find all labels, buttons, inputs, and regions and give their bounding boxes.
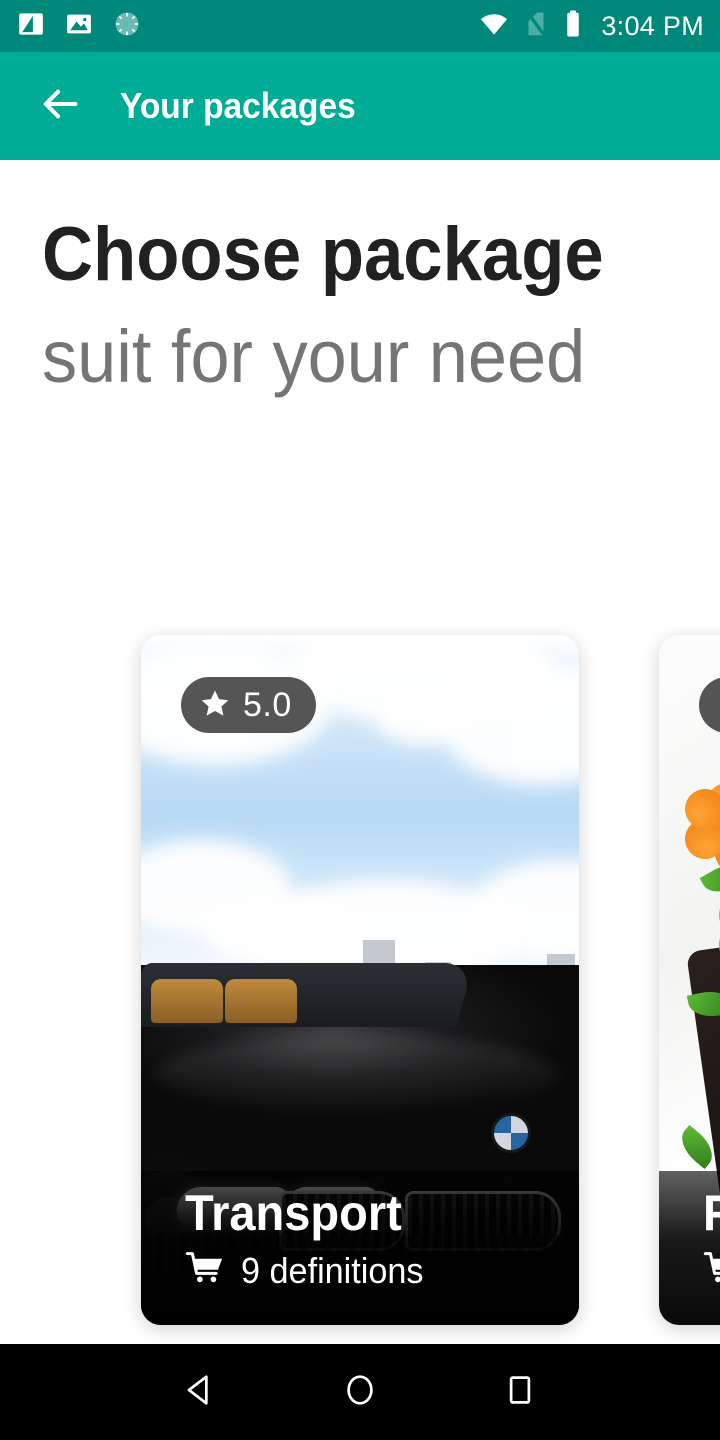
rating-badge: 5.0 bbox=[181, 677, 316, 733]
home-circle-icon bbox=[341, 1371, 379, 1414]
status-bar: 3:04 PM bbox=[0, 0, 720, 52]
nav-recents-button[interactable] bbox=[477, 1349, 563, 1435]
package-card-footer: Transport 9 definitions bbox=[141, 1171, 579, 1325]
status-bar-clock: 3:04 PM bbox=[601, 10, 704, 41]
status-bar-right-icons: 3:04 PM bbox=[479, 9, 704, 44]
status-bar-left-icons bbox=[16, 9, 142, 44]
back-button[interactable] bbox=[32, 78, 88, 134]
battery-icon bbox=[563, 9, 583, 44]
heading-block: Choose package suit for your need bbox=[0, 160, 720, 394]
bmw-badge-icon bbox=[491, 1113, 531, 1153]
package-definitions-count: 9 definitions bbox=[241, 1249, 424, 1291]
package-title: Food bbox=[703, 1187, 720, 1240]
android-nav-bar bbox=[0, 1344, 720, 1440]
package-card-footer: Food 9 definitions bbox=[659, 1171, 720, 1325]
page-subtitle: suit for your need bbox=[42, 315, 586, 399]
package-definitions-row: 9 definitions bbox=[703, 1250, 720, 1292]
phone-screen: 3:04 PM Your packages Choose package sui… bbox=[0, 0, 720, 1440]
package-title: Transport bbox=[185, 1185, 402, 1241]
package-card-food[interactable]: 5.0 Food 9 definitions bbox=[659, 635, 720, 1325]
main-content: Choose package suit for your need 5.0 Tr… bbox=[0, 160, 720, 1344]
image-icon bbox=[64, 9, 94, 44]
nav-back-button[interactable] bbox=[157, 1349, 243, 1435]
sync-spinner-icon bbox=[112, 9, 142, 44]
package-carousel[interactable]: 5.0 Transport 9 definitions bbox=[0, 635, 720, 1325]
recents-square-icon bbox=[501, 1371, 539, 1414]
rating-value: 5.0 bbox=[243, 685, 292, 724]
shopping-cart-icon bbox=[703, 1250, 720, 1291]
app-bar: Your packages bbox=[0, 52, 720, 160]
package-definitions-row: 9 definitions bbox=[185, 1250, 579, 1292]
app-bar-title: Your packages bbox=[120, 85, 356, 126]
package-card-transport[interactable]: 5.0 Transport 9 definitions bbox=[141, 635, 579, 1325]
back-triangle-icon bbox=[181, 1371, 219, 1414]
screenshot-icon bbox=[16, 9, 46, 44]
wifi-icon bbox=[479, 9, 509, 44]
arrow-left-icon bbox=[37, 81, 83, 132]
shopping-cart-icon bbox=[185, 1250, 225, 1291]
no-sim-icon bbox=[523, 9, 549, 44]
page-title: Choose package bbox=[42, 212, 604, 297]
carrot-flower bbox=[677, 777, 720, 881]
nav-home-button[interactable] bbox=[317, 1349, 403, 1435]
star-icon bbox=[199, 687, 231, 724]
